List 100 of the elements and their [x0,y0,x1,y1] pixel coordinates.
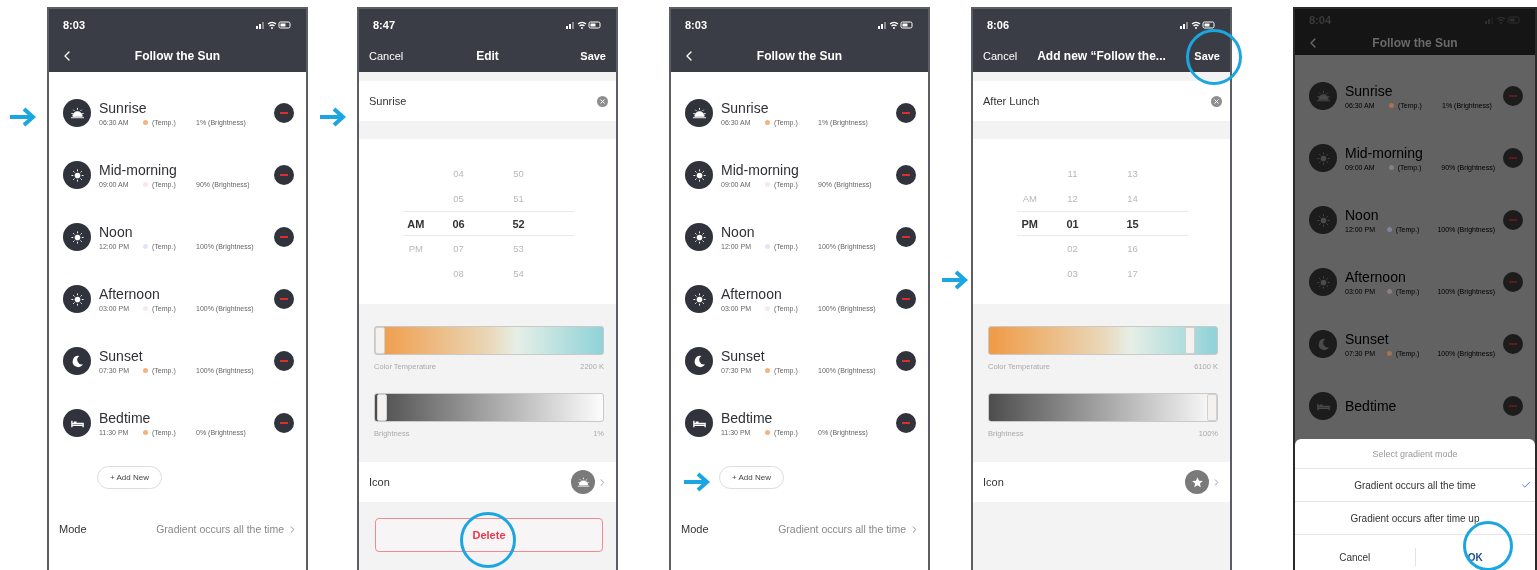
clear-icon[interactable] [1211,95,1222,107]
screen-title: Follow the Sun [1372,36,1458,51]
screen-title: Add new “Follow the... [1037,49,1166,63]
arrow-annotation [682,472,710,492]
screen-title: Follow the Sun [134,49,221,63]
status-icons [878,19,914,30]
mode-selector[interactable]: Gradient occurs all the time [778,523,920,535]
sun-icon [69,291,85,307]
brightness-slider[interactable] [374,393,604,422]
mode-label: Mode [681,523,709,535]
status-time: 8:47 [373,18,396,31]
schedule-name: Bedtime [721,410,774,426]
minute-option[interactable]: 52 [488,217,549,230]
hour-option[interactable]: 06 [428,217,489,230]
name-field[interactable]: After Lunch [973,81,1230,121]
schedule-name: Afternoon [99,286,161,302]
icon-label: Icon [983,476,1004,488]
status-time: 8:06 [987,18,1010,31]
schedule-name: Noon [721,224,756,240]
icon-selector[interactable]: Icon [359,462,616,502]
schedule-name: Bedtime [1345,398,1398,414]
slider-thumb[interactable] [375,327,385,354]
remove-button[interactable] [274,289,294,309]
sunrise-icon [576,475,590,489]
brightness-slider[interactable] [988,393,1218,422]
schedule-name: Sunset [1345,331,1390,347]
minute-option[interactable]: 15 [1102,217,1163,230]
schedule-name: Sunrise [99,100,148,116]
sun-icon [1315,274,1331,290]
remove-button[interactable] [274,227,294,247]
status-time: 8:03 [685,18,708,31]
name-field[interactable]: Sunrise [359,81,616,121]
name-value: After Lunch [983,95,1040,107]
remove-button[interactable] [274,165,294,185]
status-time: 8:03 [63,18,86,31]
sunrise-icon [1315,88,1331,104]
name-value: Sunrise [369,95,407,107]
hour-option[interactable]: 01 [1042,217,1103,230]
cancel-button[interactable]: Cancel [1295,545,1415,569]
remove-button[interactable] [896,165,916,185]
sun-icon [691,167,707,183]
status-icons [256,19,292,30]
sunrise-icon [69,105,85,121]
add-new-button[interactable]: + Add New [97,466,162,489]
status-icons [566,19,602,30]
time-picker[interactable]: 04 50 05 51 AM 06 52 PM 07 53 08 54 [359,139,616,304]
sun-icon [1315,150,1331,166]
add-new-button[interactable]: + Add New [719,466,784,489]
save-button[interactable]: Save [1192,48,1222,64]
sun-icon [1315,212,1331,228]
schedule-name: Noon [99,224,134,240]
sunrise-icon [691,105,707,121]
remove-button[interactable] [896,227,916,247]
color-temperature-slider[interactable] [988,326,1218,355]
schedule-name: Sunrise [721,100,770,116]
arrow-annotation [318,107,346,127]
remove-button[interactable] [896,103,916,123]
status-icons [1485,15,1521,26]
time-picker[interactable]: 11 13 AM 12 14 PM 01 15 02 16 03 17 [973,139,1230,304]
remove-button[interactable] [274,103,294,123]
schedule-name: Noon [1345,207,1380,223]
slider-thumb[interactable] [377,394,388,421]
period-option[interactable]: AM [403,217,429,230]
schedule-name: Afternoon [721,286,783,302]
sun-icon [691,229,707,245]
sun-icon [691,291,707,307]
schedule-name: Mid-morning [1345,145,1424,161]
remove-button[interactable] [896,413,916,433]
remove-button[interactable] [896,289,916,309]
icon-label: Icon [369,476,390,488]
slider-thumb[interactable] [1207,394,1217,421]
cancel-button[interactable]: Cancel [367,48,406,64]
schedule-name: Mid-morning [721,162,800,178]
schedule-name: Sunset [721,348,766,364]
arrow-annotation [940,270,968,290]
icon-selector[interactable]: Icon [973,462,1230,502]
star-icon [1190,475,1204,489]
highlight-circle [460,512,516,568]
schedule-name: Sunrise [1345,83,1394,99]
cancel-button[interactable]: Cancel [981,48,1020,64]
mode-selector[interactable]: Gradient occurs all the time [156,523,298,535]
slider-thumb[interactable] [1185,327,1196,354]
clear-icon[interactable] [597,95,608,107]
remove-button[interactable] [896,351,916,371]
schedule-name: Bedtime [99,410,152,426]
save-button[interactable]: Save [578,48,608,64]
schedule-name: Afternoon [1345,269,1407,285]
remove-button[interactable] [274,351,294,371]
sun-icon [69,229,85,245]
delete-button[interactable]: Delete [375,518,603,552]
mode-label: Mode [59,523,87,535]
screen-title: Follow the Sun [756,49,843,63]
schedule-name: Sunset [99,348,144,364]
check-icon [1521,480,1531,490]
remove-button[interactable] [274,413,294,433]
schedule-name: Mid-morning [99,162,178,178]
color-temperature-slider[interactable] [374,326,604,355]
sun-icon [69,167,85,183]
status-icons [1180,19,1216,30]
period-option[interactable]: PM [1017,217,1043,230]
